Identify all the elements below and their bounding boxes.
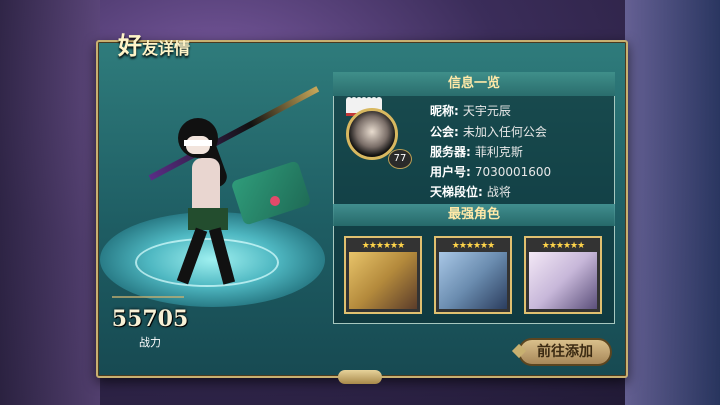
- star-rating: ★★★★★★: [451, 241, 495, 251]
- combat-power-label: 战力: [139, 336, 161, 349]
- title-rest: 友详情: [142, 39, 191, 58]
- add-friend-label: 前往添加: [537, 344, 593, 360]
- flower-illustration: [270, 196, 280, 206]
- nickname-row: 昵称: 天宇元辰: [430, 104, 511, 118]
- strongest-characters-header: 最强角色: [333, 204, 615, 226]
- hero-portrait: [349, 252, 417, 309]
- title-first-char: 好: [118, 31, 142, 60]
- info-header: 信息一览: [333, 72, 615, 96]
- power-ornament: [112, 296, 184, 298]
- player-level-badge: 77: [388, 149, 412, 169]
- server-row: 服务器: 菲利克斯: [430, 145, 523, 159]
- combat-power: 55705 战力: [110, 306, 190, 350]
- hero-portrait: [439, 252, 507, 309]
- background-right: [625, 0, 720, 405]
- page-title: 好友详情: [118, 26, 190, 61]
- star-rating: ★★★★★★: [361, 241, 405, 251]
- hero-card[interactable]: ★★★★★★: [344, 236, 422, 314]
- hero-card[interactable]: ★★★★★★: [524, 236, 602, 314]
- ladder-rank-row: 天梯段位: 战将: [430, 185, 511, 199]
- combat-power-value: 55705: [111, 306, 189, 332]
- background-left: [0, 0, 100, 405]
- add-friend-button[interactable]: 前往添加: [511, 338, 612, 366]
- guild-row: 公会: 未加入任何公会: [430, 125, 547, 139]
- hero-portrait: [529, 252, 597, 309]
- hero-card[interactable]: ★★★★★★: [434, 236, 512, 314]
- star-rating: ★★★★★★: [541, 241, 585, 251]
- bottom-ornament: [338, 370, 382, 384]
- user-id-row: 用户号: 7030001600: [430, 165, 552, 179]
